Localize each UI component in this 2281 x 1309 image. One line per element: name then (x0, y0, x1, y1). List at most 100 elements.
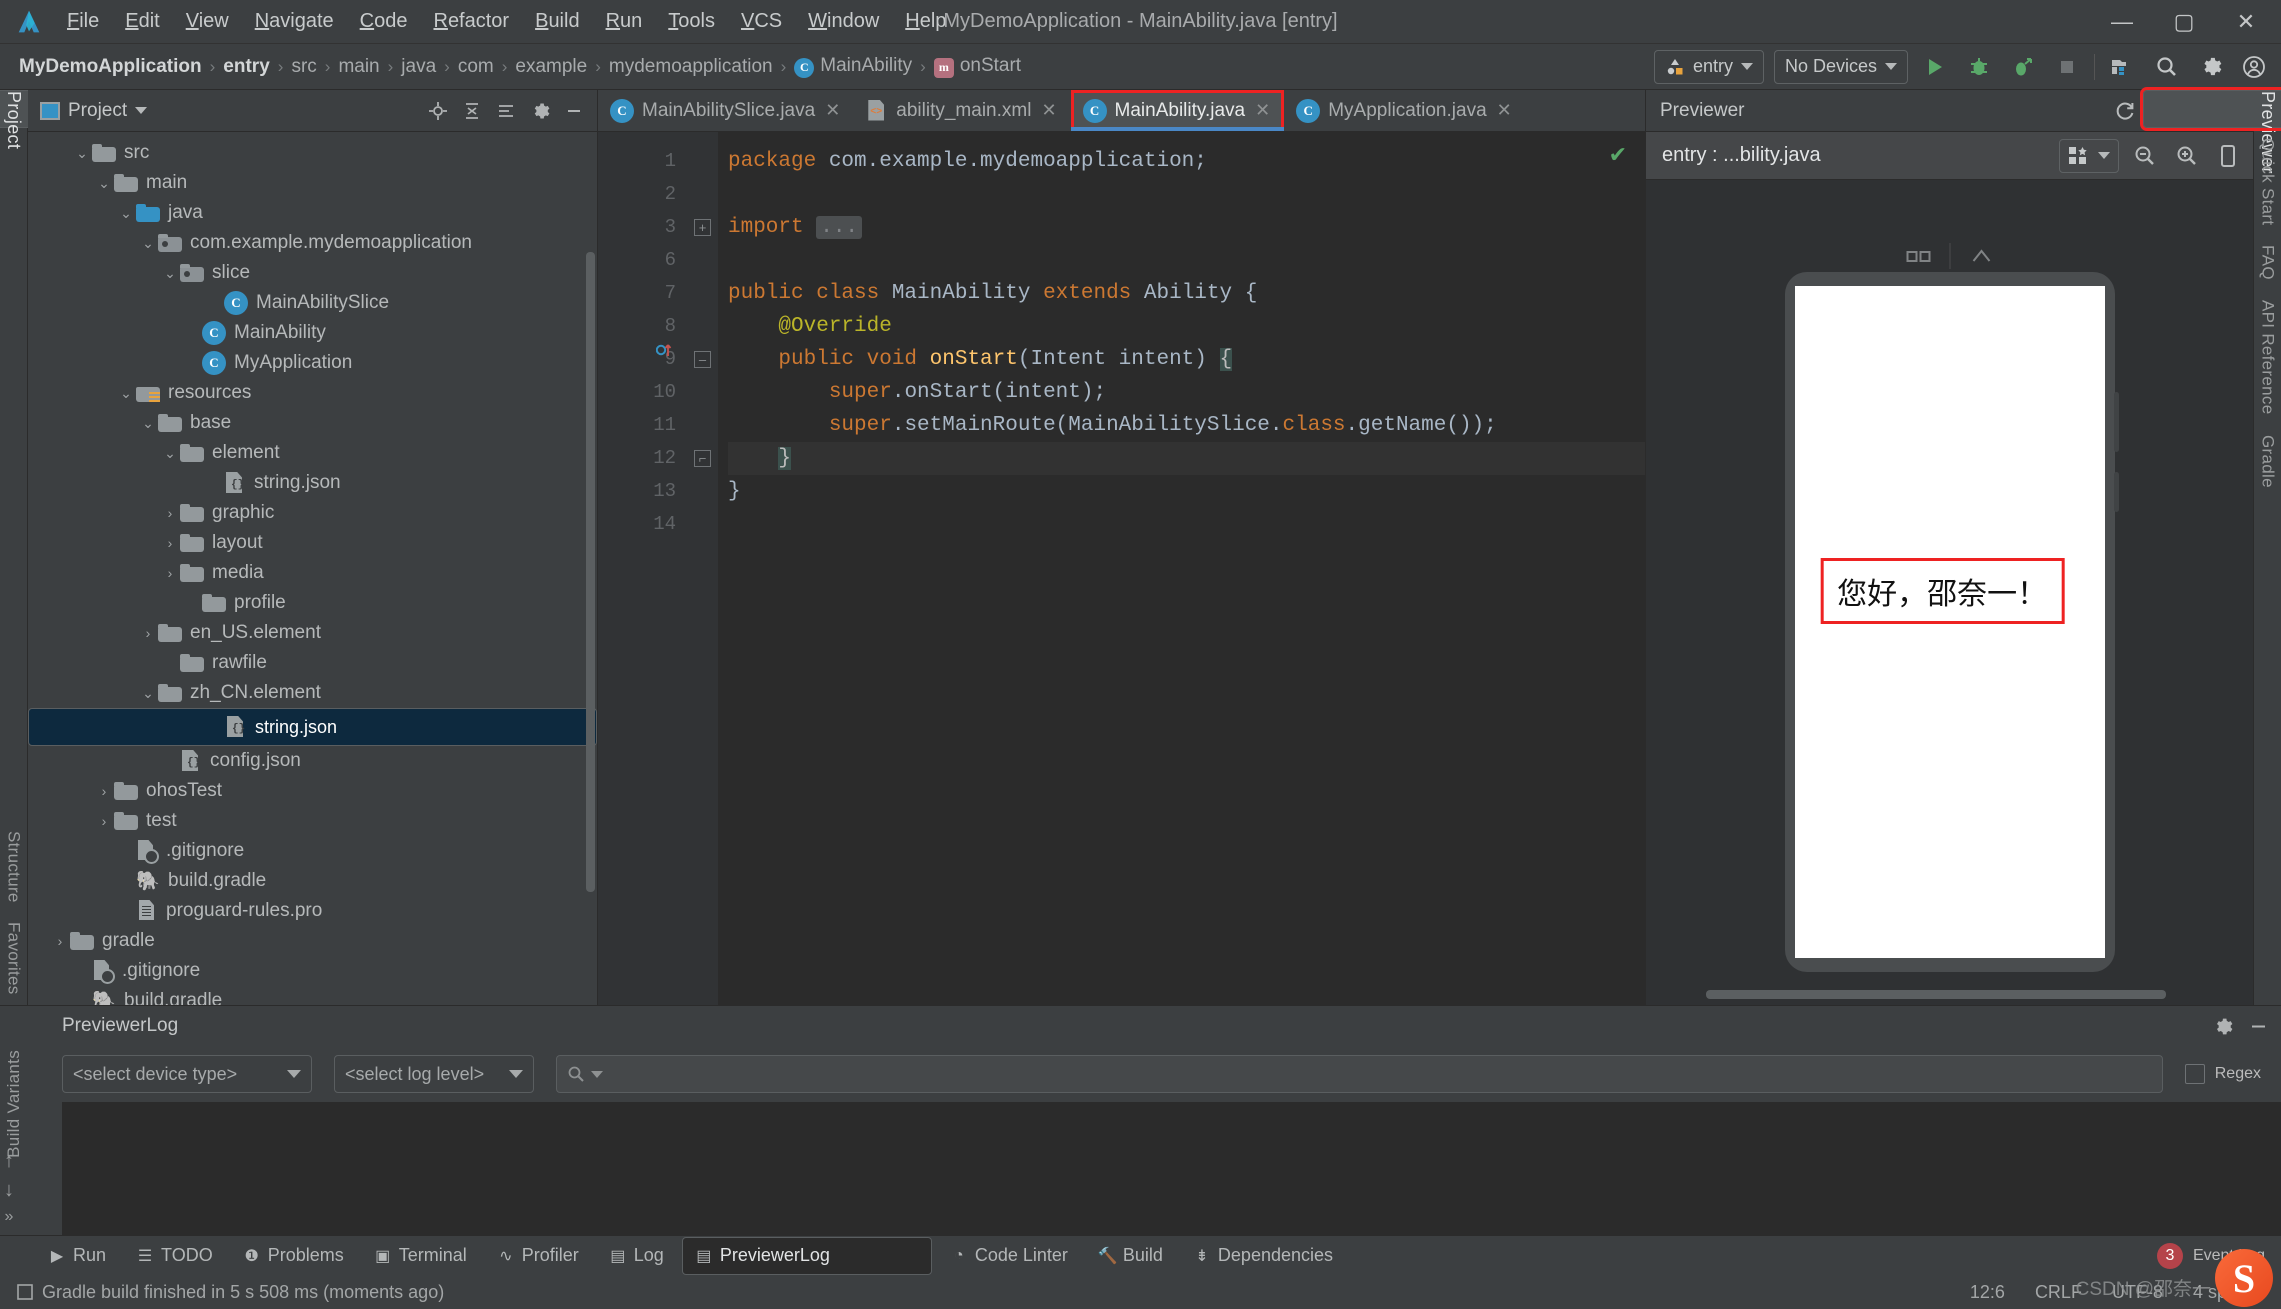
tool-window-code-linter[interactable]: ◔ Code Linter (938, 1240, 1080, 1271)
device-selector[interactable]: No Devices (1773, 49, 1908, 84)
menu-item-edit[interactable]: Edit (112, 6, 172, 37)
breadcrumb-item-mainability[interactable]: C MainAbility (789, 53, 917, 80)
tree-row[interactable]: ⌄ src (28, 138, 597, 168)
chevron-right-icon[interactable]: › (160, 505, 180, 521)
run-icon[interactable] (1918, 50, 1952, 84)
tool-window-run[interactable]: ▶ Run (36, 1240, 118, 1271)
tree-row[interactable]: ⌄ main (28, 168, 597, 198)
tree-row[interactable]: string.json (28, 708, 597, 746)
close-button[interactable]: ✕ (2215, 0, 2277, 43)
menu-item-file[interactable]: File (54, 6, 112, 37)
chevron-down-icon[interactable]: ⌄ (94, 175, 114, 192)
chevron-down-icon[interactable]: ⌄ (138, 415, 158, 432)
breadcrumb-item-src[interactable]: src (286, 54, 321, 80)
code-line[interactable]: super.onStart(intent); (728, 376, 1645, 409)
tree-row[interactable]: 🐘 build.gradle (28, 986, 597, 1005)
code-line[interactable]: import ... (728, 211, 1645, 244)
tree-row[interactable]: .gitignore (28, 836, 597, 866)
log-search-input[interactable] (556, 1055, 2163, 1093)
tree-row[interactable]: › media (28, 558, 597, 588)
log-nav-buttons[interactable]: ↑ ↓ » (4, 1150, 14, 1226)
tree-row[interactable]: ⌄ base (28, 408, 597, 438)
tree-row[interactable]: proguard-rules.pro (28, 896, 597, 926)
tree-row[interactable]: › layout (28, 528, 597, 558)
breadcrumb-item-entry[interactable]: entry (218, 54, 274, 80)
tree-row[interactable]: config.json (28, 746, 597, 776)
code-line[interactable]: } (728, 475, 1645, 508)
right-tool-gradle[interactable]: Gradle (2254, 425, 2281, 498)
debug-attach-icon[interactable] (2006, 50, 2040, 84)
tool-window-problems[interactable]: ❶ Problems (231, 1240, 356, 1271)
code-line[interactable]: public class MainAbility extends Ability… (728, 277, 1645, 310)
expand-arrows-icon[interactable]: » (5, 1208, 14, 1226)
editor-tab-bar[interactable]: C MainAbilitySlice.java ✕ ability_main.xml ✕… (598, 90, 1645, 132)
hide-icon[interactable] (2243, 1011, 2273, 1041)
right-tool-api-reference[interactable]: API Reference (2254, 290, 2281, 424)
breadcrumb-item-mydemoapplication[interactable]: MyDemoApplication (14, 54, 207, 80)
chevron-right-icon[interactable]: › (160, 535, 180, 551)
menu-bar[interactable]: File Edit View Navigate Code Refactor Build Run… (54, 6, 959, 37)
device-type-select[interactable]: <select device type> (62, 1055, 312, 1093)
code-line[interactable]: @Override (728, 310, 1645, 343)
chevron-down-icon[interactable]: ⌄ (160, 265, 180, 282)
tree-row[interactable]: › ohosTest (28, 776, 597, 806)
tree-row[interactable]: ⌄ com.example.mydemoapplication (28, 228, 597, 258)
tree-row[interactable]: 🐘 build.gradle (28, 866, 597, 896)
chevron-down-icon[interactable]: ⌄ (138, 685, 158, 702)
code-line[interactable]: } (728, 442, 1645, 475)
refresh-icon[interactable] (2110, 96, 2140, 126)
breadcrumb-item-onstart[interactable]: m onStart (929, 53, 1026, 80)
chevron-right-icon[interactable]: › (138, 625, 158, 641)
settings-icon[interactable] (2207, 1011, 2237, 1041)
zoom-out-icon[interactable] (2127, 140, 2161, 172)
tree-row[interactable]: › gradle (28, 926, 597, 956)
menu-item-code[interactable]: Code (347, 6, 421, 37)
locate-icon[interactable] (423, 96, 453, 126)
stop-icon[interactable] (2050, 50, 2084, 84)
previewer-canvas[interactable]: 您好，邵奈一！ (1646, 180, 2253, 1005)
menu-item-window[interactable]: Window (795, 6, 892, 37)
right-tool-quick-start[interactable]: Quick Start (2254, 128, 2281, 235)
fold-expand-icon[interactable]: + (694, 219, 711, 236)
menu-item-tools[interactable]: Tools (655, 6, 728, 37)
editor-tab-myapplication-java[interactable]: C MyApplication.java ✕ (1284, 90, 1526, 131)
tree-row[interactable]: › graphic (28, 498, 597, 528)
close-icon[interactable]: ✕ (1039, 100, 1058, 121)
window-controls[interactable]: — ▢ ✕ (2091, 0, 2281, 43)
layout-selector[interactable] (2059, 138, 2119, 173)
breadcrumb-item-com[interactable]: com (453, 54, 499, 80)
chevron-down-icon[interactable]: ⌄ (72, 145, 92, 162)
gutter-run-marker-icon[interactable] (655, 340, 672, 365)
device-icon[interactable] (2211, 140, 2245, 172)
menu-item-build[interactable]: Build (522, 6, 592, 37)
code-line[interactable]: public void onStart(Intent intent) { (728, 343, 1645, 376)
log-output-area[interactable] (62, 1102, 2281, 1235)
tool-window-log[interactable]: ▤ Log (597, 1240, 676, 1271)
tree-row[interactable]: › test (28, 806, 597, 836)
hide-icon[interactable] (559, 96, 589, 126)
code-line[interactable] (728, 508, 1645, 541)
device-manager-icon[interactable] (2105, 50, 2139, 84)
account-icon[interactable] (2237, 50, 2271, 84)
tree-row[interactable]: .gitignore (28, 956, 597, 986)
chevron-right-icon[interactable]: › (50, 933, 70, 949)
chevron-right-icon[interactable]: › (94, 813, 114, 829)
code-line[interactable] (728, 178, 1645, 211)
tree-row[interactable]: ⌄ slice (28, 258, 597, 288)
fold-collapse-icon[interactable]: ⌐ (694, 450, 711, 467)
breadcrumb-item-java[interactable]: java (396, 54, 441, 80)
scroll-up-icon[interactable]: ↑ (4, 1150, 14, 1173)
code-folding-column[interactable]: + – ⌐ (688, 132, 718, 1005)
project-tree[interactable]: ⌄ src ⌄ main ⌄ java ⌄ com.example.mydemoapplica… (28, 132, 597, 1005)
regex-checkbox[interactable] (2184, 1064, 2205, 1084)
tree-row[interactable]: C MyApplication (28, 348, 597, 378)
code-line[interactable]: super.setMainRoute(MainAbilitySlice.clas… (728, 409, 1645, 442)
editor-tab-mainability-java[interactable]: C MainAbility.java ✕ (1070, 90, 1285, 131)
tool-window-profiler[interactable]: ∿ Profiler (485, 1240, 591, 1271)
sidebar-item-build-variants[interactable]: Build Variants (0, 1040, 28, 1168)
menu-item-run[interactable]: Run (593, 6, 656, 37)
scroll-down-icon[interactable]: ↓ (4, 1179, 14, 1202)
rotate-icon[interactable] (1901, 240, 1935, 272)
chevron-down-icon[interactable]: ⌄ (116, 205, 136, 222)
breadcrumb[interactable]: MyDemoApplication › entry › src › main › java › co… (14, 53, 1026, 80)
